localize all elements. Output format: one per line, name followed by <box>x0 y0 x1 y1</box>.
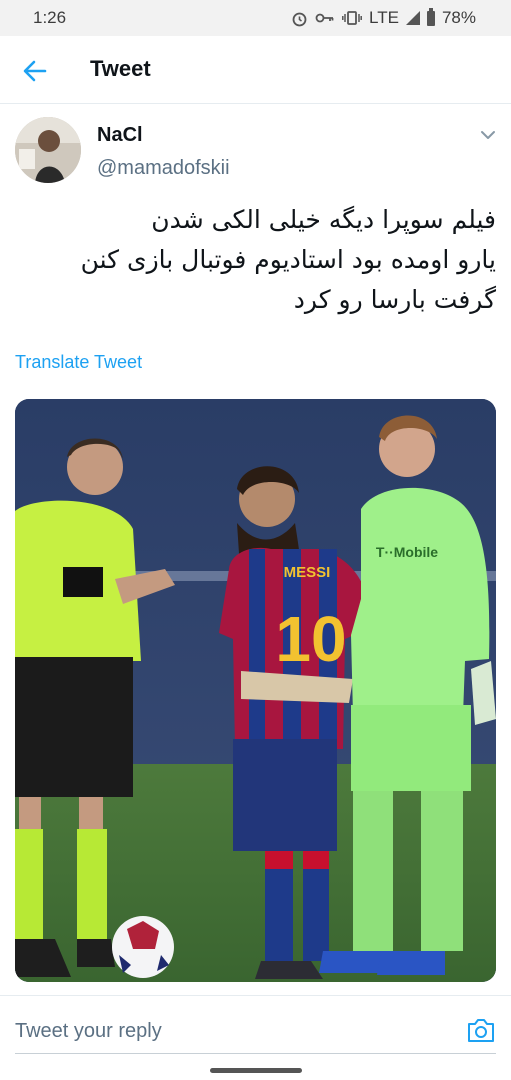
translate-tweet-link[interactable]: Translate Tweet <box>15 352 142 373</box>
page-title: Tweet <box>90 56 151 81</box>
alarm-icon <box>292 12 307 26</box>
status-bar: 1:26 LTE 78% <box>0 0 511 36</box>
vibrate-icon <box>342 11 362 25</box>
photo-illustration: MESSI 10 T··Mobile <box>15 399 496 982</box>
reply-divider <box>15 1053 496 1054</box>
jersey-name: MESSI <box>284 564 331 581</box>
author-handle[interactable]: @mamadofskii <box>97 157 230 180</box>
tweet-text-line: یارو اومده بود استادیوم فوتبال بازی کنن <box>80 245 496 274</box>
avatar-image <box>15 117 81 183</box>
key-icon <box>315 13 334 23</box>
tweet-photo[interactable]: MESSI 10 T··Mobile <box>15 399 496 982</box>
author-name[interactable]: NaCl <box>97 124 143 147</box>
signal-icon <box>405 11 420 25</box>
sponsor-text: T··Mobile <box>376 544 438 560</box>
reply-input[interactable] <box>15 1014 445 1048</box>
camera-icon[interactable] <box>466 1016 496 1044</box>
status-time: 1:26 <box>33 8 67 27</box>
tweet-text-line: گرفت بارسا رو کرد <box>293 285 496 314</box>
tweet-text: فیلم سوپرا دیگه خیلی الکی شدن یارو اومده… <box>16 200 496 320</box>
battery-icon <box>426 7 435 26</box>
avatar[interactable] <box>15 117 81 183</box>
jersey-number: 10 <box>275 603 346 675</box>
battery-percent: 78% <box>441 8 476 27</box>
football <box>112 916 174 978</box>
arrow-left-icon[interactable] <box>20 56 50 86</box>
reply-bar <box>0 995 511 1064</box>
network-type: LTE <box>369 8 399 27</box>
tweet-text-line: فیلم سوپرا دیگه خیلی الکی شدن <box>151 205 496 234</box>
chevron-down-icon[interactable] <box>478 127 498 143</box>
status-icons: LTE 78% <box>291 7 476 28</box>
app-bar: Tweet <box>0 36 511 104</box>
gesture-bar[interactable] <box>210 1068 302 1073</box>
